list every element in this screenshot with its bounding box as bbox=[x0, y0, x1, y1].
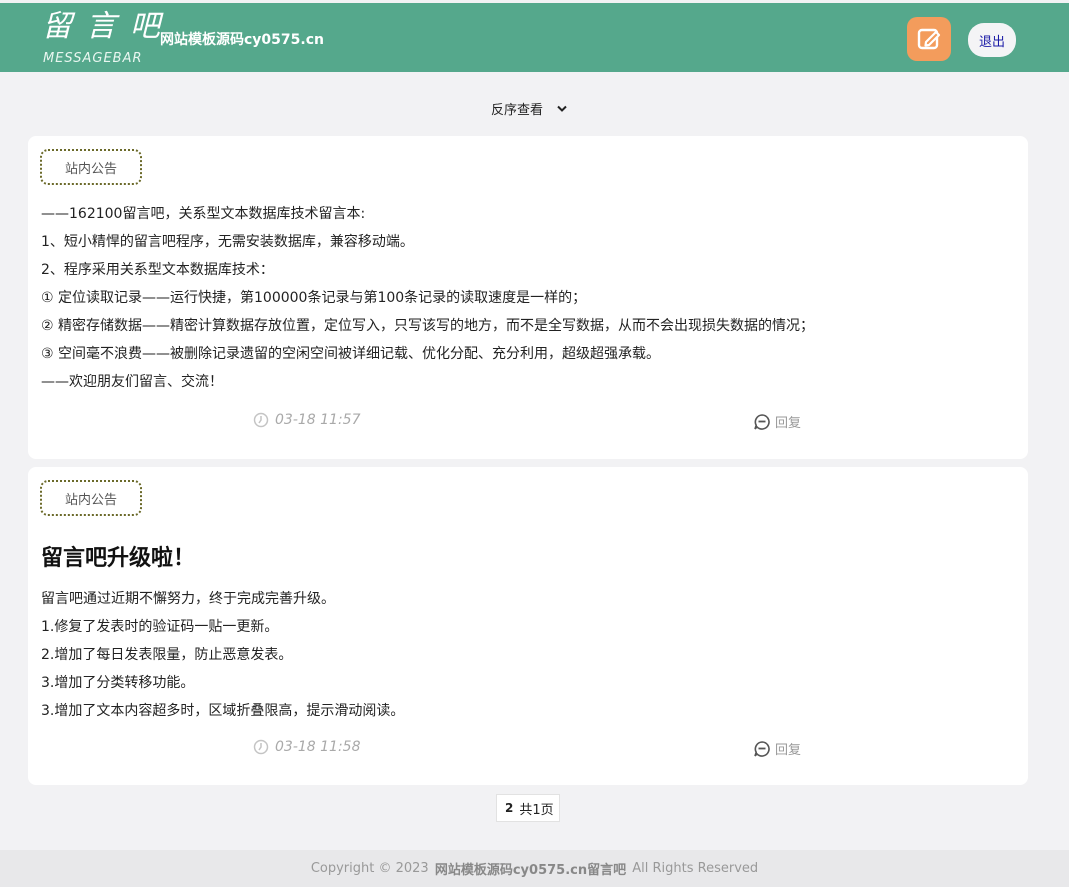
post-time-text: 03-18 11:57 bbox=[275, 412, 361, 428]
sort-order-label: 反序查看 bbox=[491, 103, 544, 118]
logo-subtitle: MESSAGEBAR bbox=[43, 51, 143, 66]
category-tag[interactable]: 站内公告 bbox=[40, 480, 142, 516]
reply-icon bbox=[754, 740, 770, 757]
edit-icon bbox=[917, 28, 941, 50]
content-line: 留言吧通过近期不懈努力，终于完成完善升级。 bbox=[41, 591, 335, 607]
footer: Copyright © 2023 网站模板源码cy0575.cn留言吧 All … bbox=[0, 850, 1069, 887]
post-time: 03-18 11:57 bbox=[253, 412, 360, 428]
content-line: ① 定位读取记录——运行快捷，第100000条记录与第100条记录的读取速度是一… bbox=[41, 290, 587, 306]
sort-order-select[interactable]: 反序查看 bbox=[491, 99, 567, 118]
footer-brand[interactable]: 网站模板源码cy0575.cn留言吧 bbox=[435, 859, 626, 878]
content-line: 2、程序采用关系型文本数据库技术： bbox=[41, 262, 274, 278]
logo[interactable]: 留言吧 bbox=[42, 9, 174, 45]
reply-button[interactable]: 回复 bbox=[753, 739, 801, 758]
post-time: 03-18 11:58 bbox=[253, 739, 360, 755]
content-line: ——欢迎朋友们留言、交流！ bbox=[41, 374, 223, 390]
post-card: 站内公告 留言吧升级啦！ 留言吧通过近期不懈努力，终于完成完善升级。 1.修复了… bbox=[28, 467, 1028, 785]
copyright-suffix: All Rights Reserved bbox=[632, 861, 759, 876]
chevron-down-icon bbox=[557, 105, 567, 112]
logout-button[interactable]: 退出 bbox=[968, 23, 1016, 57]
post-content: 留言吧通过近期不懈努力，终于完成完善升级。 1.修复了发表时的验证码一贴一更新。… bbox=[41, 585, 404, 725]
category-tag[interactable]: 站内公告 bbox=[40, 149, 142, 185]
content-line: 1.修复了发表时的验证码一贴一更新。 bbox=[41, 619, 279, 635]
content-line: ——162100留言吧，关系型文本数据库技术留言本: bbox=[41, 206, 366, 222]
content-line: 3.增加了文本内容超多时，区域折叠限高，提示滑动阅读。 bbox=[41, 703, 405, 719]
content-line: 3.增加了分类转移功能。 bbox=[41, 675, 195, 691]
post-time-text: 03-18 11:58 bbox=[275, 739, 361, 755]
page-total: 共1页 bbox=[519, 802, 554, 818]
copyright-prefix: Copyright © 2023 bbox=[310, 861, 429, 876]
write-message-button[interactable] bbox=[907, 17, 951, 61]
post-title: 留言吧升级啦！ bbox=[41, 546, 196, 571]
top-bar: 留言吧 MESSAGEBAR 网站模板源码cy0575.cn 退出 bbox=[0, 3, 1069, 72]
reply-icon bbox=[754, 413, 770, 430]
site-name[interactable]: 网站模板源码cy0575.cn bbox=[160, 29, 324, 49]
content-line: 1、短小精悍的留言吧程序，无需安装数据库，兼容移动端。 bbox=[41, 234, 414, 250]
clock-icon bbox=[253, 412, 269, 428]
content-line: 2.增加了每日发表限量，防止恶意发表。 bbox=[41, 647, 293, 663]
reply-button[interactable]: 回复 bbox=[753, 412, 801, 431]
reply-label: 回复 bbox=[775, 416, 802, 431]
current-page[interactable]: 2 bbox=[497, 801, 519, 815]
post-content: ——162100留言吧，关系型文本数据库技术留言本: 1、短小精悍的留言吧程序，… bbox=[41, 200, 814, 396]
reply-label: 回复 bbox=[775, 743, 802, 758]
content-line: ③ 空间毫不浪费——被删除记录遗留的空闲空间被详细记载、优化分配、充分利用，超级… bbox=[41, 346, 660, 362]
post-card: 站内公告 ——162100留言吧，关系型文本数据库技术留言本: 1、短小精悍的留… bbox=[28, 136, 1028, 459]
clock-icon bbox=[253, 739, 269, 755]
pagination: 2 共1页 bbox=[496, 794, 560, 822]
content-line: ② 精密存储数据——精密计算数据存放位置，定位写入，只写该写的地方，而不是全写数… bbox=[41, 318, 814, 334]
